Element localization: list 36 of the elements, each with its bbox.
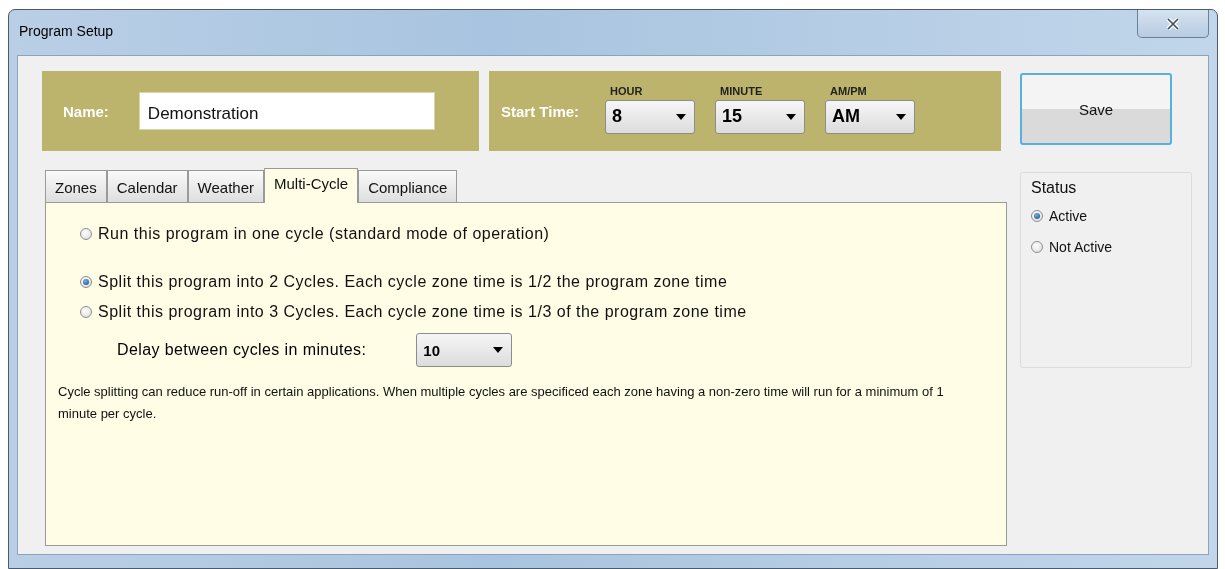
name-label: Name: xyxy=(63,102,109,120)
dropdown[interactable]: 15 xyxy=(715,99,806,134)
radio-label: Run this program in one cycle (standard mode of operation) xyxy=(98,225,550,243)
tab[interactable]: Zones xyxy=(45,170,107,202)
window-title: Program Setup xyxy=(19,23,114,39)
radio-label: Active xyxy=(1049,208,1088,224)
close-button[interactable] xyxy=(1137,10,1209,38)
save-button[interactable]: Save xyxy=(1020,73,1172,145)
field-label: AM/PM xyxy=(829,84,868,97)
radio-button[interactable] xyxy=(80,306,92,318)
delay-label: Delay between cycles in minutes: xyxy=(117,341,367,359)
caret-icon xyxy=(896,113,907,120)
tab[interactable]: Calendar xyxy=(106,170,188,202)
tab[interactable]: Multi-Cycle xyxy=(264,168,359,203)
field-label: MINUTE xyxy=(719,84,764,97)
tab[interactable]: Compliance xyxy=(358,170,458,202)
close-icon xyxy=(1166,17,1180,30)
caret-icon xyxy=(786,113,797,120)
caret-icon xyxy=(676,113,687,120)
radio-label: Split this program into 3 Cycles. Each cycle zone time is 1/3 of the program zone time xyxy=(98,303,747,321)
radio-button[interactable] xyxy=(1031,210,1043,222)
radio-label: Split this program into 2 Cycles. Each cycle zone time is 1/2 the program zone time xyxy=(98,273,728,291)
caret-icon xyxy=(493,347,504,353)
radio-button[interactable] xyxy=(80,276,92,288)
group-title: Status xyxy=(1031,179,1078,197)
field-label: HOUR xyxy=(609,84,644,97)
dropdown[interactable]: AM xyxy=(825,99,916,134)
note-text: Cycle splitting can reduce run-off in certain applications. When multiple cycles are specificed each zone having a non-zero time will run for a minimum of 1 minute per cycle. xyxy=(58,383,945,423)
radio-button[interactable] xyxy=(1031,241,1043,253)
radio-label: Not Active xyxy=(1049,239,1113,255)
name-field[interactable]: Demonstration xyxy=(138,92,435,130)
dropdown[interactable]: 10 xyxy=(416,333,513,367)
tab[interactable]: Weather xyxy=(187,170,264,202)
start-time-label: Start Time: xyxy=(501,102,580,120)
dropdown[interactable]: 8 xyxy=(605,99,696,134)
radio-button[interactable] xyxy=(80,228,92,240)
